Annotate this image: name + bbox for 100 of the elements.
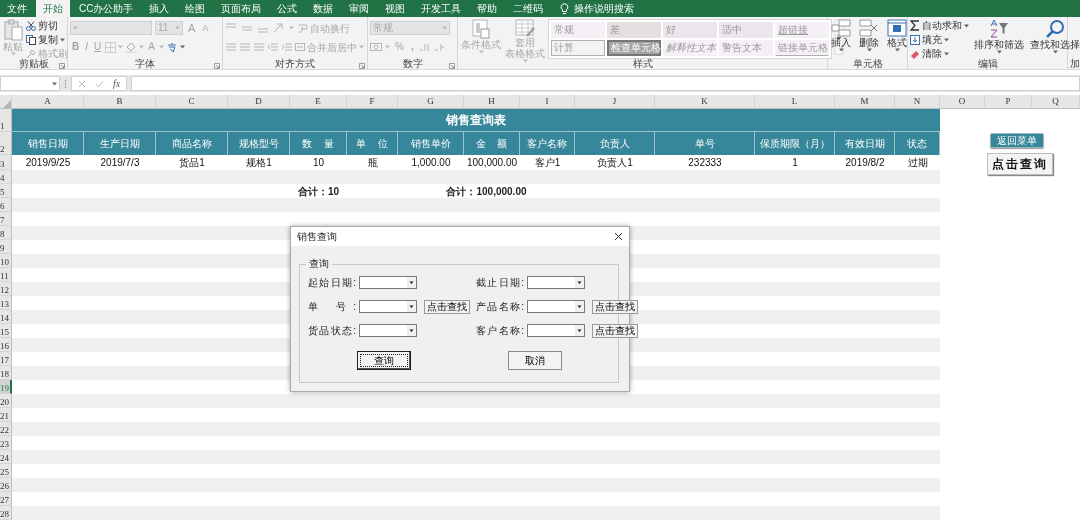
row-header[interactable]: 18 [0,366,12,380]
row-header[interactable]: 10 [0,254,12,268]
dropdown-field[interactable] [359,324,417,337]
row-header[interactable]: 21 [0,408,12,422]
row-header[interactable]: 6 [0,198,12,212]
column-header[interactable]: I [520,95,575,109]
copy-button[interactable]: 复制 [26,33,68,46]
column-header[interactable]: F [347,95,398,109]
dialog-launcher-icon[interactable] [59,63,65,69]
column-header[interactable]: M [835,95,895,109]
menu-tab[interactable]: 绘图 [178,0,213,17]
dropdown-field[interactable] [527,300,585,313]
check-icon[interactable] [95,79,104,88]
menu-tab[interactable]: 公式 [270,0,305,17]
fill-down-icon [910,34,920,45]
sort-filter-icon [989,19,1009,39]
column-header[interactable]: B [84,95,156,109]
row-header[interactable]: 17 [0,352,12,366]
column-header[interactable]: D [228,95,290,109]
menu-tab[interactable]: 审阅 [342,0,377,17]
autosum-button[interactable]: 自动求和 [910,19,969,32]
dialog-launcher-icon[interactable] [359,63,365,69]
menu-tab[interactable]: 开发工具 [414,0,469,17]
clear-button[interactable]: 清除 [910,47,969,60]
find-select-button[interactable]: 查找和选择 [1029,19,1080,54]
row-header[interactable]: 25 [0,464,12,478]
column-header[interactable]: G [398,95,464,109]
row-header[interactable]: 24 [0,450,12,464]
menu-tab[interactable]: 插入 [142,0,177,17]
format-cells-button[interactable]: 格式 [886,19,908,52]
dialog-launcher-icon[interactable] [449,63,455,69]
table-cell-text: 货品1 [178,156,206,170]
column-header[interactable]: J [575,95,655,109]
row-header[interactable]: 16 [0,338,12,352]
row-header[interactable]: 20 [0,394,12,408]
caret-icon [478,50,484,54]
row-header[interactable]: 26 [0,478,12,492]
menu-tab[interactable]: 帮助 [470,0,505,17]
menu-tab[interactable]: 文件 [0,0,34,17]
row-header[interactable]: 12 [0,282,12,296]
back-button[interactable]: 返回菜单 [990,133,1044,148]
column-header[interactable]: C [156,95,228,109]
row-header[interactable]: 28 [0,506,12,520]
insert-function-button[interactable]: fx [113,76,121,91]
row-header[interactable]: 13 [0,296,12,310]
menu-tab[interactable]: 页面布局 [214,0,269,17]
find-button[interactable]: 点击查找 [424,299,470,314]
menu-tab[interactable]: CC办公助手 [72,0,141,17]
dropdown-field[interactable] [359,300,417,313]
column-header[interactable]: A [12,95,84,109]
row-header[interactable]: 27 [0,492,12,506]
query-button[interactable]: 查询 [356,351,411,370]
cancel-button[interactable]: 取消 [507,351,562,370]
dropdown-field[interactable] [527,324,585,337]
caret-icon [359,45,364,49]
menu-tab[interactable]: 二维码 [506,0,551,17]
close-icon[interactable] [614,232,623,241]
column-header[interactable]: H [464,95,520,109]
row-header[interactable]: 22 [0,422,12,436]
row-header[interactable]: 4 [0,170,12,184]
table-cell-text: 瓶 [366,156,379,170]
column-header[interactable]: E [290,95,347,109]
row-header[interactable]: 7 [0,212,12,226]
menu-tab[interactable]: 数据 [306,0,341,17]
field-label: 产品名称: [476,300,524,314]
dialog-launcher-icon[interactable] [214,63,220,69]
column-header[interactable]: Q [1032,95,1080,109]
dropdown-field[interactable] [359,276,417,289]
row-header[interactable]: 5 [0,184,12,198]
row-header[interactable]: 1 [0,109,12,132]
formula-input[interactable] [131,76,1080,91]
row-header[interactable]: 14 [0,310,12,324]
cut-button[interactable]: 剪切 [26,19,68,32]
query-button[interactable]: 点击查询 [987,153,1053,175]
column-header[interactable]: K [655,95,755,109]
sort-filter-button[interactable]: 排序和筛选 [973,19,1025,54]
dropdown-field[interactable] [527,276,585,289]
caret-icon [944,51,949,56]
insert-cells-button[interactable]: 插入 [830,19,852,52]
row-header[interactable]: 11 [0,268,12,282]
row-header[interactable]: 8 [0,226,12,240]
row-header[interactable]: 2 [0,132,12,155]
find-button[interactable]: 点击查找 [592,299,638,314]
row-header[interactable]: 3 [0,155,12,170]
delete-cells-button[interactable]: 删除 [858,19,880,52]
tell-me-search[interactable]: 操作说明搜索 [560,0,635,17]
column-header[interactable]: L [755,95,835,109]
row-header[interactable]: 9 [0,240,12,254]
row-header[interactable]: 23 [0,436,12,450]
row-header[interactable]: 19 [0,380,12,394]
find-button[interactable]: 点击查找 [592,323,638,338]
menu-tab[interactable]: 开始 [36,0,70,17]
column-header[interactable]: O [940,95,985,109]
name-box[interactable] [0,76,60,91]
row-header[interactable]: 15 [0,324,12,338]
menu-tab[interactable]: 视图 [378,0,413,17]
column-header[interactable]: P [985,95,1032,109]
column-header[interactable]: N [895,95,940,109]
fill-button[interactable]: 填充 [910,33,969,46]
dialog-title: 销售查询 [297,230,337,244]
